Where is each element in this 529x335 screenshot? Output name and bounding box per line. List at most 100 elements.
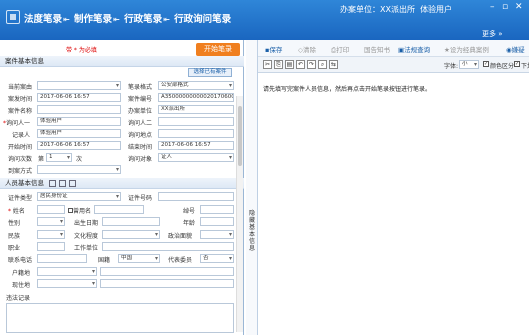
breadcrumb-item[interactable]: 行政询问笔录 <box>174 14 231 25</box>
interrogator1-input[interactable]: 体验用户 <box>37 117 121 126</box>
object-label: 询问对象 <box>128 156 153 163</box>
case-name-input[interactable] <box>37 105 121 114</box>
nickname-input[interactable] <box>200 205 234 214</box>
find-icon[interactable]: ⌕ <box>318 60 327 69</box>
hukou-detail-input[interactable] <box>100 267 234 276</box>
start-record-button[interactable]: 开始笔录 <box>196 43 240 56</box>
education-select[interactable] <box>102 230 160 239</box>
place-label: 询问地点 <box>128 132 153 139</box>
clear-button[interactable]: ◇清除 <box>298 44 316 54</box>
phone-label: 联系电话 <box>8 257 33 264</box>
cut-icon[interactable]: ✂ <box>263 60 272 69</box>
name-label: * 姓名 <box>8 208 25 215</box>
color-checkbox[interactable]: ✓ <box>483 61 489 67</box>
object-select[interactable]: 证人 <box>158 153 234 162</box>
breadcrumb-item[interactable]: 法度笔录 <box>24 14 62 25</box>
font-size-select[interactable]: 小 <box>459 60 479 69</box>
ethnicity-label: 民族 <box>8 233 21 240</box>
case-no-input[interactable]: A3500000000002017060001 <box>158 93 234 102</box>
redo-icon[interactable]: ↷ <box>307 60 316 69</box>
job-input[interactable] <box>37 242 65 251</box>
breadcrumb-item[interactable]: 制作笔录 <box>74 14 112 25</box>
underline-checkbox[interactable]: ✓ <box>514 61 520 67</box>
arrival-label: 到案方式 <box>8 168 33 175</box>
end-time-input[interactable]: 2017-06-06 16:57 <box>158 141 234 150</box>
id-type-select[interactable]: 居民身份证 <box>37 192 121 201</box>
political-select[interactable] <box>200 230 234 239</box>
format-toolbar: ✂ ⎘ ▤ ↶ ↷ ⌕ ⇆ 字体: 小 ✓ 颜色区分 ✓ 下划线 <box>258 57 529 73</box>
arrival-select[interactable] <box>37 165 121 174</box>
person-card-icon[interactable] <box>69 179 77 187</box>
title-bar: 法度笔录⇤ 制作笔录⇤ 行政笔录⇤ 行政询问笔录 办案单位：XX派出所 体验用户… <box>0 0 529 40</box>
end-time-label: 结束时间 <box>128 144 153 151</box>
former-name-label: 曾用名 <box>68 206 91 215</box>
case-unit-input[interactable]: XX派出所 <box>158 105 234 114</box>
more-link[interactable]: 更多 » <box>482 29 503 39</box>
current-reason-label: 当前案由 <box>8 84 33 91</box>
case-time-label: 案发时间 <box>8 96 33 103</box>
restore-icon[interactable]: ▫ <box>502 2 508 12</box>
editor-hint: 请先填写完案件人员信息，然后再点击开始笔录按钮进行笔录。 <box>263 86 432 93</box>
notice-button[interactable]: 国告知书 <box>364 44 390 54</box>
select-case-button[interactable]: 选择已有案件 <box>188 68 232 77</box>
replace-icon[interactable]: ⇆ <box>329 60 338 69</box>
arrow-icon: ⇤ <box>113 15 120 24</box>
gender-select[interactable] <box>37 217 65 226</box>
phone-input[interactable] <box>37 254 87 263</box>
print-button[interactable]: ⎙打印 <box>331 44 349 55</box>
record-editor[interactable]: 请先填写完案件人员信息，然后再点击开始笔录按钮进行笔录。 <box>258 73 529 335</box>
age-label: 年龄 <box>183 220 196 227</box>
hukou-label: 户籍地 <box>12 270 31 277</box>
save-button[interactable]: ▪保存 <box>265 44 282 54</box>
undo-icon[interactable]: ↶ <box>296 60 305 69</box>
residence-label: 现住地 <box>12 282 31 289</box>
interrogator2-input[interactable] <box>158 117 234 126</box>
collapse-info-text[interactable]: 隐藏基本信息 <box>248 210 256 252</box>
record-format-select[interactable]: 公安部格式 <box>158 81 234 90</box>
workplace-input[interactable] <box>102 242 234 251</box>
nickname-label: 绰号 <box>183 208 196 215</box>
person-add-icon[interactable] <box>49 179 57 187</box>
hukou-select[interactable] <box>37 267 97 276</box>
residence-select[interactable] <box>37 279 97 288</box>
nationality-select[interactable]: 中国 <box>118 254 160 263</box>
arrow-icon: ⇤ <box>163 15 170 24</box>
current-reason-select[interactable] <box>37 81 121 90</box>
collapse-info-bar[interactable]: 隐藏基本信息 <box>246 40 258 335</box>
count-select[interactable]: 1 <box>46 153 72 162</box>
copy-icon[interactable]: ⎘ <box>274 60 283 69</box>
violation-textarea[interactable] <box>6 303 234 333</box>
dob-input[interactable] <box>102 217 160 226</box>
former-name-input[interactable] <box>94 205 144 214</box>
paste-icon[interactable]: ▤ <box>285 60 294 69</box>
suspect-button[interactable]: ◉嫌疑 <box>506 44 525 54</box>
breadcrumb-item[interactable]: 行政笔录 <box>124 14 162 25</box>
recorder-input[interactable]: 体验用户 <box>37 129 121 138</box>
unit-label: 办案单位：XX派出所 <box>340 5 415 14</box>
unit-info: 办案单位：XX派出所 体验用户 <box>340 4 452 15</box>
case-name-label: 案件名称 <box>8 108 33 115</box>
age-input[interactable] <box>200 217 234 226</box>
gender-label: 性别 <box>8 220 21 227</box>
underline-label: 下划线 <box>521 63 529 70</box>
name-input[interactable] <box>37 205 65 214</box>
case-no-label: 案件编号 <box>128 96 153 103</box>
residence-detail-input[interactable] <box>100 279 234 288</box>
law-query-button[interactable]: ▣法规查询 <box>398 44 430 54</box>
close-icon[interactable]: ✕ <box>515 2 523 12</box>
ethnicity-select[interactable] <box>37 230 65 239</box>
deputy-select[interactable]: 否 <box>200 254 234 263</box>
editor-panel: ▪保存 ◇清除 ⎙打印 国告知书 ▣法规查询 ★设为经典案例 ◉嫌疑 ✂ ⎘ ▤… <box>258 40 529 335</box>
id-no-input[interactable] <box>158 192 234 201</box>
person-search-icon[interactable] <box>59 179 67 187</box>
scrollbar-thumb[interactable] <box>238 106 242 166</box>
minimize-icon[interactable]: – <box>490 2 495 12</box>
deputy-label: 代表委员 <box>168 257 193 264</box>
place-input[interactable] <box>158 129 234 138</box>
start-time-input[interactable]: 2017-06-06 16:57 <box>37 141 121 150</box>
case-unit-label: 办案单位 <box>128 108 153 115</box>
left-scrollbar[interactable] <box>236 96 243 332</box>
case-time-input[interactable]: 2017-06-06 16:57 <box>37 93 121 102</box>
workplace-label: 工作单位 <box>74 245 99 252</box>
classic-case-button[interactable]: ★设为经典案例 <box>444 44 489 54</box>
